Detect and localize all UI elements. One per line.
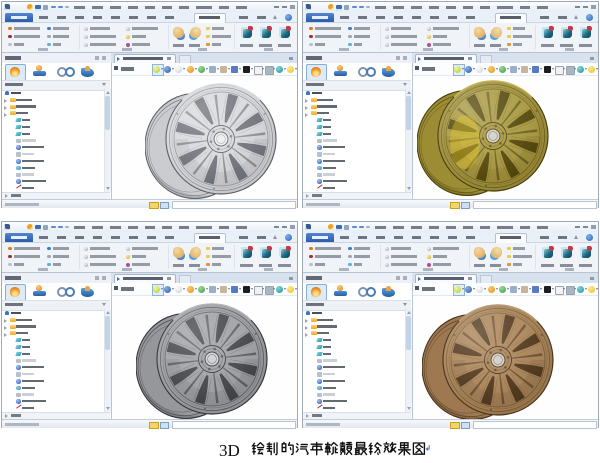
svg-text:3D: 3D	[219, 441, 240, 460]
